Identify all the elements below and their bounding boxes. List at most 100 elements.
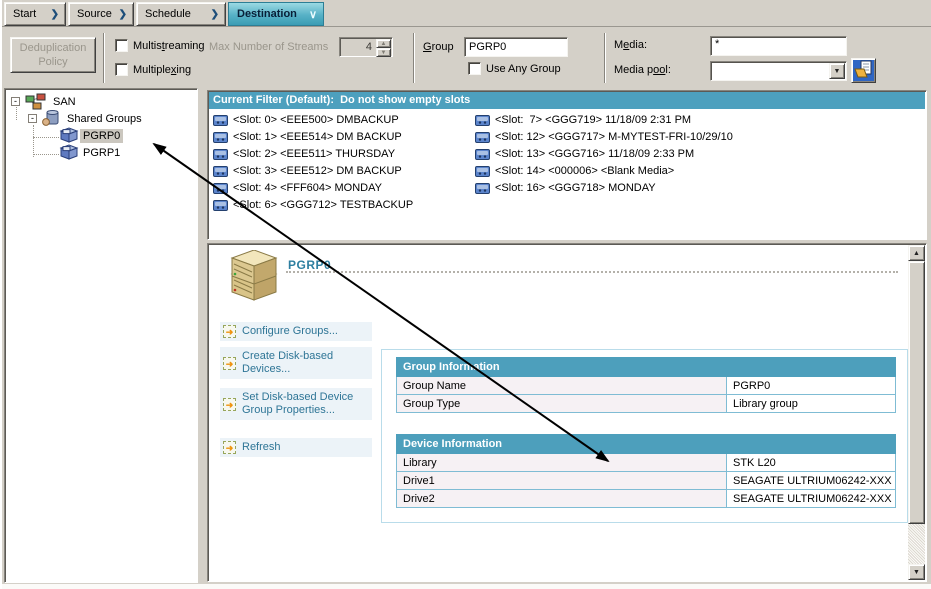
library-device-icon (222, 250, 280, 302)
scrollbar-track[interactable] (908, 524, 925, 564)
media-slot-list-panel: Current Filter (Default): Do not show em… (207, 90, 927, 240)
configure-groups-link[interactable]: ➜ Configure Groups... (220, 322, 372, 341)
use-any-group-label[interactable]: Use Any Group (486, 63, 561, 75)
tab-start[interactable]: Start ❯ (4, 2, 66, 26)
shared-groups-icon (42, 109, 61, 127)
slot-item[interactable]: <Slot: 4> <FFF604> MONDAY (213, 180, 382, 195)
set-disk-group-properties-link[interactable]: ➜ Set Disk-based Device Group Properties… (220, 388, 372, 420)
max-streams-label: Max Number of Streams (209, 41, 328, 53)
chevron-right-icon: ❯ (51, 9, 59, 20)
row-value: STK L20 (727, 454, 896, 472)
tab-schedule[interactable]: Schedule ❯ (136, 2, 226, 26)
tab-destination[interactable]: Destination ∨ (228, 2, 324, 26)
slot-item[interactable]: <Slot: 3> <EEE512> DM BACKUP (213, 163, 402, 178)
slot-item[interactable]: <Slot: 14> <000006> <Blank Media> (475, 163, 674, 178)
use-any-group-checkbox[interactable] (468, 62, 481, 75)
row-label: Group Type (397, 395, 727, 413)
tape-media-icon (213, 114, 228, 126)
slot-item[interactable]: <Slot: 16> <GGG718> MONDAY (475, 180, 656, 195)
spinner-down-icon[interactable]: ▼ (376, 48, 391, 57)
chevron-right-icon: ❯ (211, 9, 219, 20)
media-input-value: * (715, 38, 719, 50)
table-row: Drive2 SEAGATE ULTRIUM06242-XXX (397, 490, 896, 508)
media-pool-combobox[interactable]: ▼ (710, 61, 847, 81)
table-row: Group Name PGRP0 (397, 377, 896, 395)
group-information-header: Group Information (397, 358, 896, 377)
tape-media-icon (213, 148, 228, 160)
task-arrow-icon: ➜ (223, 325, 236, 338)
tree-collapse-icon[interactable]: - (11, 97, 20, 106)
dropdown-arrow-icon[interactable]: ▼ (829, 63, 845, 79)
slot-item[interactable]: <Slot: 7> <GGG719> 11/18/09 2:31 PM (475, 112, 691, 127)
multistreaming-label[interactable]: Multistreaming (133, 40, 205, 52)
scroll-down-icon[interactable]: ▼ (908, 564, 925, 580)
slot-item[interactable]: <Slot: 12> <GGG717> M-MYTEST-FRI-10/29/1… (475, 129, 733, 144)
library-group-icon (59, 127, 79, 143)
group-input-value: PGRP0 (469, 41, 506, 53)
tape-media-icon (213, 182, 228, 194)
row-value: SEAGATE ULTRIUM06242-XXX (727, 490, 896, 508)
toolbar-separator (604, 33, 606, 83)
table-row: Group Type Library group (397, 395, 896, 413)
multistreaming-checkbox[interactable] (115, 39, 128, 52)
window-bottom-edge (2, 584, 931, 589)
tape-media-icon (213, 131, 228, 143)
tree-item-pgrp0[interactable]: PGRP0 (80, 129, 123, 143)
task-arrow-icon: ➜ (223, 398, 236, 411)
info-tables-container: Group Information Group Name PGRP0 Group… (381, 349, 908, 523)
tab-destination-label: Destination (237, 8, 297, 20)
row-label: Drive2 (397, 490, 727, 508)
san-network-icon (25, 93, 47, 110)
row-value: Library group (727, 395, 896, 413)
tree-connector (16, 107, 17, 120)
tree-connector (33, 154, 59, 155)
deduplication-policy-button[interactable]: Deduplication Policy (10, 37, 96, 73)
media-pool-browse-button[interactable] (851, 58, 876, 83)
device-information-table: Device Information Library STK L20 Drive… (396, 434, 896, 508)
create-disk-devices-link[interactable]: ➜ Create Disk-based Devices... (220, 347, 372, 379)
tree-item-pgrp1[interactable]: PGRP1 (80, 146, 123, 160)
slot-item[interactable]: <Slot: 6> <GGG712> TESTBACKUP (213, 197, 413, 212)
group-tree-panel: - SAN - Shared Groups PGRP0 (4, 88, 198, 583)
tab-source[interactable]: Source ❯ (68, 2, 134, 26)
scroll-up-icon[interactable]: ▲ (908, 245, 925, 261)
tape-media-icon (475, 165, 490, 177)
scrollbar-thumb[interactable] (908, 261, 925, 524)
slot-item[interactable]: <Slot: 1> <EEE514> DM BACKUP (213, 129, 402, 144)
title-separator (286, 271, 898, 273)
chevron-right-icon: ❯ (119, 9, 127, 20)
max-streams-spinner[interactable]: 4 ▲ ▼ (339, 37, 393, 57)
tree-item-san[interactable]: SAN (50, 95, 79, 109)
vertical-scrollbar[interactable]: ▲ ▼ (908, 245, 925, 580)
tab-source-label: Source (77, 8, 112, 20)
tape-media-icon (475, 131, 490, 143)
multiplexing-checkbox[interactable] (115, 63, 128, 76)
deduplication-policy-label-line2: Policy (38, 56, 67, 68)
tree-connector (33, 125, 34, 157)
group-input[interactable]: PGRP0 (464, 37, 568, 57)
row-value: SEAGATE ULTRIUM06242-XXX (727, 472, 896, 490)
spinner-up-icon[interactable]: ▲ (376, 39, 391, 48)
multiplexing-label[interactable]: Multiplexing (133, 64, 191, 76)
slot-item[interactable]: <Slot: 0> <EEE500> DMBACKUP (213, 112, 399, 127)
tape-media-icon (213, 165, 228, 177)
destination-window: Start ❯ Source ❯ Schedule ❯ Destination … (0, 0, 931, 589)
deduplication-policy-label-line1: Deduplication (20, 42, 87, 54)
tree-item-shared-groups[interactable]: Shared Groups (64, 112, 145, 126)
group-title: PGRP0 (288, 258, 331, 272)
group-label: Group (423, 41, 454, 53)
refresh-link[interactable]: ➜ Refresh (220, 438, 372, 457)
media-document-icon (853, 59, 874, 80)
tab-schedule-label: Schedule (145, 8, 191, 20)
current-filter-header: Current Filter (Default): Do not show em… (209, 92, 925, 109)
media-input[interactable]: * (710, 36, 847, 56)
tab-start-label: Start (13, 8, 36, 20)
max-streams-value: 4 (366, 41, 372, 53)
row-value: PGRP0 (727, 377, 896, 395)
media-pool-label: Media pool: (614, 64, 671, 76)
task-arrow-icon: ➜ (223, 441, 236, 454)
tree-collapse-icon[interactable]: - (28, 114, 37, 123)
slot-item[interactable]: <Slot: 2> <EEE511> THURSDAY (213, 146, 395, 161)
tree-connector (33, 137, 59, 138)
slot-item[interactable]: <Slot: 13> <GGG716> 11/18/09 2:33 PM (475, 146, 694, 161)
